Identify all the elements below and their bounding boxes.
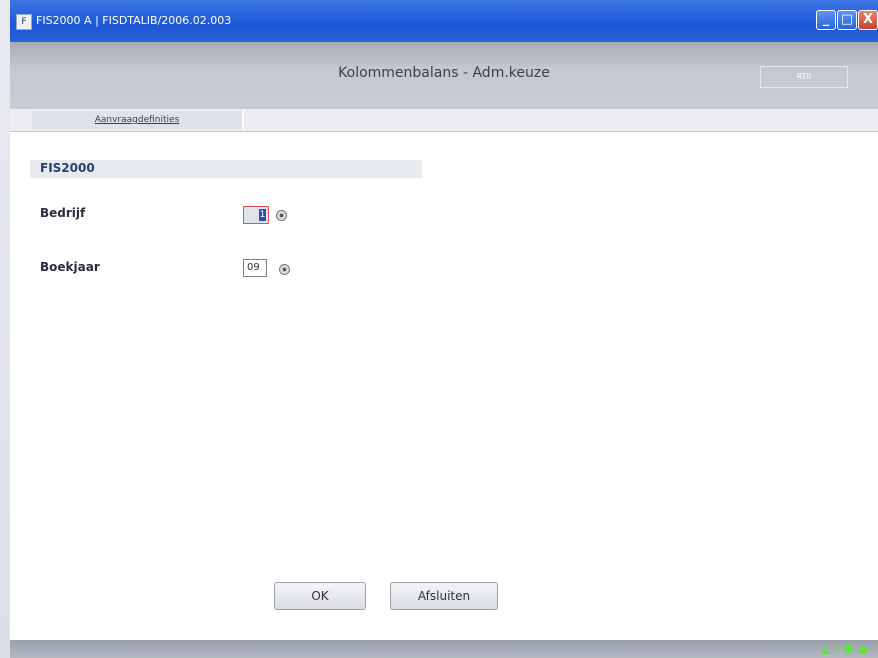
system-button[interactable]: RTII	[760, 66, 848, 88]
bedrijf-label: Bedrijf	[40, 206, 86, 220]
bedrijf-value: 1	[259, 209, 266, 221]
minimize-button[interactable]: _	[816, 10, 836, 30]
bedrijf-input[interactable]: 1	[243, 206, 269, 224]
app-icon[interactable]: F	[16, 14, 32, 30]
close-button[interactable]: X	[858, 10, 878, 30]
section-header: FIS2000	[30, 160, 422, 178]
maximize-button[interactable]: □	[837, 10, 857, 30]
status-bar: ▲?☻●	[10, 640, 878, 658]
tab-bar: Aanvraagdefinities	[10, 109, 878, 132]
application-window: F FIS2000 A | FISDTALIB/2006.02.003 _ □ …	[10, 0, 878, 658]
screen-header: Kolommenbalans - Adm.keuze RTII	[10, 42, 878, 109]
afsluiten-button[interactable]: Afsluiten	[390, 582, 498, 610]
title-bar: F FIS2000 A | FISDTALIB/2006.02.003 _ □ …	[10, 0, 878, 42]
ok-button[interactable]: OK	[274, 582, 366, 610]
bedrijf-lookup-icon[interactable]	[276, 210, 287, 221]
section-title: FIS2000	[40, 161, 95, 175]
boekjaar-input[interactable]: 09	[243, 259, 267, 277]
boekjaar-lookup-icon[interactable]	[279, 264, 290, 275]
boekjaar-label: Boekjaar	[40, 260, 100, 274]
status-icons: ▲?☻●	[820, 643, 872, 656]
tab-aanvraagdefinities[interactable]: Aanvraagdefinities	[32, 111, 244, 129]
window-title: FIS2000 A | FISDTALIB/2006.02.003	[36, 14, 232, 27]
screen-caption: Kolommenbalans - Adm.keuze	[338, 65, 550, 81]
